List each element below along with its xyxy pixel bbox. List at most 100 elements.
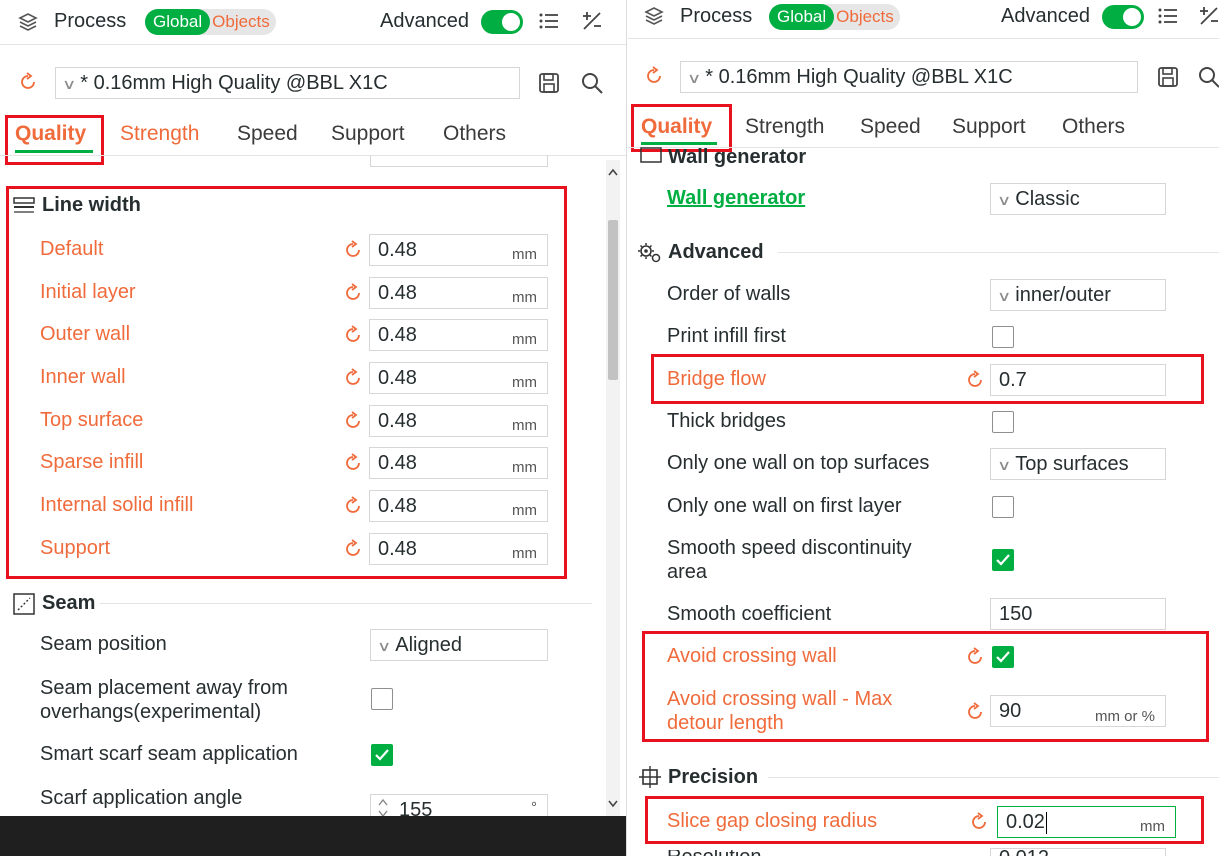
seam-position-select[interactable]: ∨ Aligned [370, 629, 548, 661]
scrollbar-thumb[interactable] [608, 220, 618, 380]
right-process-panel: Process Global Objects Advanced ∨ * 0.16m… [628, 0, 1219, 856]
thick-bridges-checkbox[interactable] [992, 411, 1014, 433]
gears-icon [638, 243, 661, 263]
advanced-divider [778, 252, 1219, 253]
one-wall-top-value: Top surfaces [1015, 453, 1129, 475]
chevron-down-icon: ∨ [61, 76, 77, 92]
seam-away-label-1: Seam placement away from [40, 677, 288, 699]
one-wall-first-label: Only one wall on first layer [667, 495, 902, 517]
smooth-coeff-label: Smooth coefficient [667, 603, 832, 625]
section-precision: Precision [668, 766, 759, 788]
resolution-label-clip: Resolution [667, 850, 767, 856]
advanced-toggle[interactable] [1102, 5, 1144, 29]
bottom-bar [0, 816, 626, 856]
tab-speed[interactable]: Speed [860, 115, 921, 139]
section-wall-generator: Wall generator [668, 146, 807, 167]
smooth-speed-checkbox[interactable] [992, 549, 1014, 571]
tab-strength[interactable]: Strength [120, 122, 199, 146]
order-of-walls-value: inner/outer [1015, 284, 1111, 306]
seam-away-label-2: overhangs(experimental) [40, 701, 262, 723]
tab-others[interactable]: Others [1062, 115, 1125, 139]
chevron-down-icon: ∨ [996, 192, 1012, 208]
global-objects-switch[interactable]: Global Objects [769, 4, 900, 30]
wall-generator-link[interactable]: Wall generator [667, 187, 805, 210]
wall-generator-header-clip: Wall generator [668, 140, 806, 167]
save-icon[interactable] [538, 72, 560, 94]
seam-divider [100, 603, 592, 604]
resolution-field[interactable]: 0.012 [990, 848, 1166, 856]
section-advanced: Advanced [668, 241, 764, 263]
advanced-toggle[interactable] [481, 10, 523, 34]
seam-away-checkbox[interactable] [371, 688, 393, 710]
one-wall-first-checkbox[interactable] [992, 496, 1014, 518]
smart-scarf-checkbox[interactable] [371, 744, 393, 766]
seam-position-value: Aligned [395, 634, 462, 656]
scrollbar[interactable] [606, 160, 620, 820]
highlight-quality-tab [5, 115, 104, 165]
print-infill-first-label: Print infill first [667, 325, 786, 347]
wall-generator-value: Classic [1015, 188, 1080, 210]
smooth-speed-label-2: area [667, 561, 708, 583]
check-icon [375, 749, 389, 761]
objects-option[interactable]: Objects [834, 7, 900, 27]
scarf-angle-label: Scarf application angle [40, 787, 243, 809]
one-wall-top-select[interactable]: ∨ Top surfaces [990, 448, 1166, 480]
highlight-line-width [6, 186, 567, 579]
left-process-panel: Process Global Objects Advanced ∨ * 0.16m… [0, 0, 627, 856]
seam-icon [13, 593, 35, 615]
chevron-down-icon: ∨ [376, 638, 392, 654]
thick-bridges-label: Thick bridges [667, 410, 786, 432]
tab-support[interactable]: Support [331, 122, 405, 146]
advanced-label: Advanced [380, 10, 469, 32]
advanced-label: Advanced [1001, 5, 1090, 27]
list-icon[interactable] [538, 10, 560, 32]
layers-icon [644, 7, 664, 25]
tab-strength[interactable]: Strength [745, 115, 824, 139]
wall-generator-icon [640, 147, 662, 163]
objects-option[interactable]: Objects [210, 12, 276, 32]
smooth-coeff-field[interactable]: 150 [990, 598, 1166, 630]
compare-icon[interactable] [580, 9, 604, 33]
tab-support[interactable]: Support [952, 115, 1026, 139]
scroll-up-icon[interactable] [608, 168, 618, 176]
search-icon[interactable] [1197, 65, 1219, 89]
seam-position-label: Seam position [40, 633, 167, 655]
section-seam: Seam [42, 592, 96, 614]
layers-icon [18, 13, 38, 31]
resolution-value: 0.012 [999, 849, 1049, 856]
clipped-field [370, 155, 548, 167]
preset-select[interactable]: ∨ * 0.16mm High Quality @BBL X1C [680, 61, 1138, 93]
reset-preset-icon[interactable] [644, 66, 664, 86]
reset-preset-icon[interactable] [18, 72, 38, 92]
highlight-avoid-crossing [642, 631, 1209, 742]
global-option[interactable]: Global [145, 9, 211, 35]
precision-divider [768, 777, 1219, 778]
smooth-coeff-value: 150 [999, 603, 1033, 625]
global-option[interactable]: Global [769, 4, 835, 30]
order-of-walls-label: Order of walls [667, 283, 791, 305]
preset-value: * 0.16mm High Quality @BBL X1C [705, 66, 1013, 88]
tab-others[interactable]: Others [443, 122, 506, 146]
scroll-down-icon[interactable] [608, 800, 618, 808]
list-icon[interactable] [1157, 5, 1179, 27]
compare-icon[interactable] [1197, 4, 1219, 28]
global-objects-switch[interactable]: Global Objects [145, 9, 276, 35]
header-divider [0, 44, 626, 45]
tab-speed[interactable]: Speed [237, 122, 298, 146]
precision-icon [639, 766, 661, 788]
chevron-down-icon: ∨ [996, 288, 1012, 304]
panel-title: Process [54, 10, 127, 32]
print-infill-first-checkbox[interactable] [992, 326, 1014, 348]
chevron-down-icon: ∨ [686, 70, 702, 86]
search-icon[interactable] [580, 71, 604, 95]
highlight-bridge-flow [651, 354, 1204, 404]
smart-scarf-label: Smart scarf seam application [40, 743, 298, 765]
smooth-speed-label-1: Smooth speed discontinuity [667, 537, 912, 559]
chevron-down-icon: ∨ [996, 457, 1012, 473]
preset-select[interactable]: ∨ * 0.16mm High Quality @BBL X1C [55, 67, 520, 99]
save-icon[interactable] [1157, 66, 1179, 88]
highlight-slice-gap [645, 796, 1204, 844]
wall-generator-select[interactable]: ∨ Classic [990, 183, 1166, 215]
header-divider [628, 38, 1219, 39]
order-of-walls-select[interactable]: ∨ inner/outer [990, 279, 1166, 311]
